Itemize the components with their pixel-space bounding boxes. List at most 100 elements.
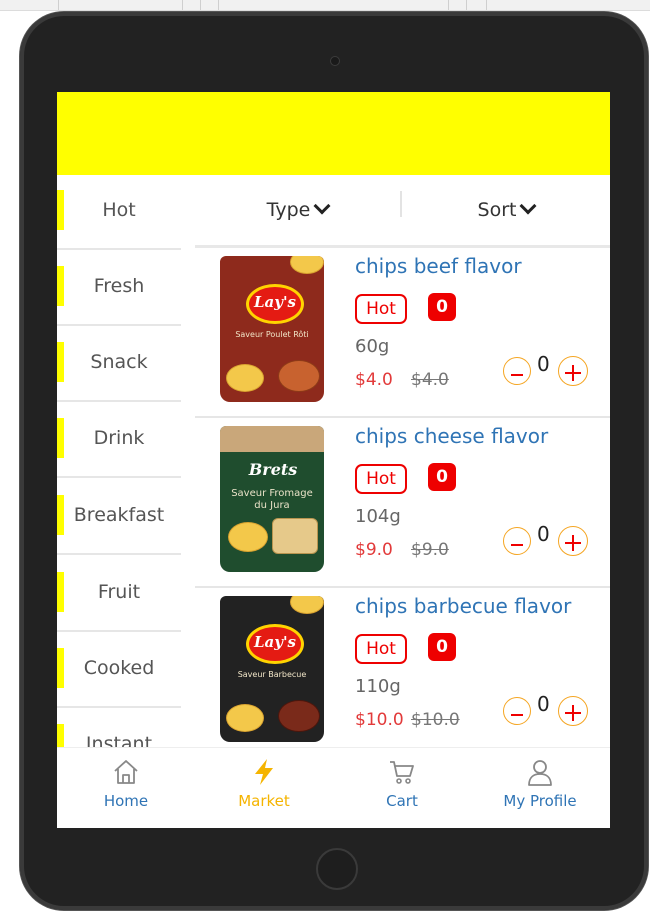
product-image[interactable]: Brets Saveur Fromage du Jura <box>220 426 324 572</box>
category-sidebar[interactable]: Hot Fresh Snack Drink Breakfast Fruit Co… <box>57 175 195 747</box>
tab-label: Market <box>238 792 290 810</box>
increase-quantity-button[interactable] <box>558 526 588 556</box>
chicken-graphic <box>278 360 320 392</box>
product-image[interactable]: Lay's Saveur Barbecue <box>220 596 324 742</box>
product-row[interactable]: Lay's Saveur Barbecue chips barbecue fla… <box>195 588 610 758</box>
camera-icon <box>330 56 340 66</box>
category-item-drink[interactable]: Drink <box>57 403 181 478</box>
quantity-value: 0 <box>537 522 550 546</box>
product-name[interactable]: chips beef flavor <box>355 254 522 278</box>
tab-market[interactable]: Market <box>195 748 333 828</box>
product-price: $4.0 <box>355 370 393 390</box>
category-label: Instant <box>85 733 153 747</box>
category-label: Cooked <box>83 657 155 679</box>
product-row[interactable]: Lay's Saveur Poulet Rôti chips beef flav… <box>195 248 610 418</box>
divider <box>57 400 181 402</box>
home-icon <box>114 760 138 784</box>
strip-divider <box>218 0 219 10</box>
type-filter-button[interactable]: Type <box>195 175 400 245</box>
decrease-quantity-button[interactable] <box>503 527 531 555</box>
cheese-graphic <box>272 518 318 554</box>
product-original-price: $10.0 <box>411 710 460 730</box>
tab-cart[interactable]: Cart <box>333 748 471 828</box>
cart-icon <box>390 761 414 784</box>
bottom-tab-bar: Home Market Cart My Profile <box>57 747 610 828</box>
profile-icon <box>528 760 552 786</box>
chip-graphic <box>226 364 264 392</box>
chip-graphic <box>228 522 268 552</box>
product-weight: 104g <box>355 506 401 527</box>
lightning-icon <box>255 759 273 785</box>
type-filter-label: Type <box>266 199 311 221</box>
strip-divider <box>466 0 467 10</box>
app-screen: Hot Fresh Snack Drink Breakfast Fruit Co… <box>57 92 610 828</box>
brand-logo-text: Lay's <box>253 633 297 651</box>
tab-label: My Profile <box>503 792 577 810</box>
category-item-fresh[interactable]: Fresh <box>57 251 181 326</box>
tab-label: Home <box>103 792 149 810</box>
category-label: Snack <box>90 351 148 373</box>
product-name[interactable]: chips barbecue flavor <box>355 594 571 618</box>
divider <box>57 553 181 555</box>
brand-logo-text: Brets <box>248 460 298 479</box>
sort-filter-label: Sort <box>477 199 517 221</box>
divider <box>57 706 181 708</box>
category-label: Drink <box>93 427 145 449</box>
product-row[interactable]: Brets Saveur Fromage du Jura chips chees… <box>195 418 610 588</box>
chip-graphic <box>290 596 324 614</box>
strip-divider <box>486 0 487 10</box>
strip-divider <box>200 0 201 10</box>
bag-top-band <box>220 426 324 452</box>
category-item-instant[interactable]: Instant <box>57 709 181 747</box>
hardware-home-button[interactable] <box>316 848 358 890</box>
top-banner <box>57 92 610 175</box>
product-weight: 110g <box>355 676 401 697</box>
product-weight: 60g <box>355 336 390 357</box>
divider <box>57 324 181 326</box>
divider <box>57 476 181 478</box>
category-label: Hot <box>102 199 136 221</box>
bag-flavor-text: Saveur Fromage du Jura <box>231 488 313 511</box>
chevron-down-icon <box>313 197 331 215</box>
bag-flavor-text: Saveur Barbecue <box>237 670 307 679</box>
strip-divider <box>448 0 449 10</box>
chip-graphic <box>226 704 264 732</box>
hot-tag: Hot <box>355 294 407 324</box>
sort-filter-button[interactable]: Sort <box>402 175 610 245</box>
category-label: Fresh <box>93 275 145 297</box>
category-label: Breakfast <box>73 504 165 526</box>
product-price: $9.0 <box>355 540 393 560</box>
decrease-quantity-button[interactable] <box>503 357 531 385</box>
tab-home[interactable]: Home <box>57 748 195 828</box>
hot-tag: Hot <box>355 634 407 664</box>
tab-profile[interactable]: My Profile <box>471 748 609 828</box>
divider <box>57 630 181 632</box>
category-item-snack[interactable]: Snack <box>57 327 181 402</box>
increase-quantity-button[interactable] <box>558 696 588 726</box>
brand-logo-text: Lay's <box>253 293 297 311</box>
category-item-fruit[interactable]: Fruit <box>57 557 181 632</box>
bbq-graphic <box>278 700 320 732</box>
increase-quantity-button[interactable] <box>558 356 588 386</box>
filter-bar: Type Sort <box>195 175 610 248</box>
bag-flavor-text: Saveur Poulet Rôti <box>235 330 309 339</box>
tab-label: Cart <box>386 792 418 810</box>
quantity-value: 0 <box>537 692 550 716</box>
category-item-hot[interactable]: Hot <box>57 175 181 250</box>
count-badge: 0 <box>428 293 456 321</box>
chip-graphic <box>290 256 324 274</box>
product-original-price: $4.0 <box>411 370 449 390</box>
count-badge: 0 <box>428 633 456 661</box>
divider <box>57 248 181 250</box>
product-image[interactable]: Lay's Saveur Poulet Rôti <box>220 256 324 402</box>
quantity-value: 0 <box>537 352 550 376</box>
count-badge: 0 <box>428 463 456 491</box>
strip-divider <box>58 0 59 10</box>
browser-top-strip <box>0 0 650 11</box>
category-item-cooked[interactable]: Cooked <box>57 633 181 708</box>
hot-tag: Hot <box>355 464 407 494</box>
decrease-quantity-button[interactable] <box>503 697 531 725</box>
strip-divider <box>182 0 183 10</box>
product-name[interactable]: chips cheese flavor <box>355 424 548 448</box>
category-item-breakfast[interactable]: Breakfast <box>57 480 181 555</box>
